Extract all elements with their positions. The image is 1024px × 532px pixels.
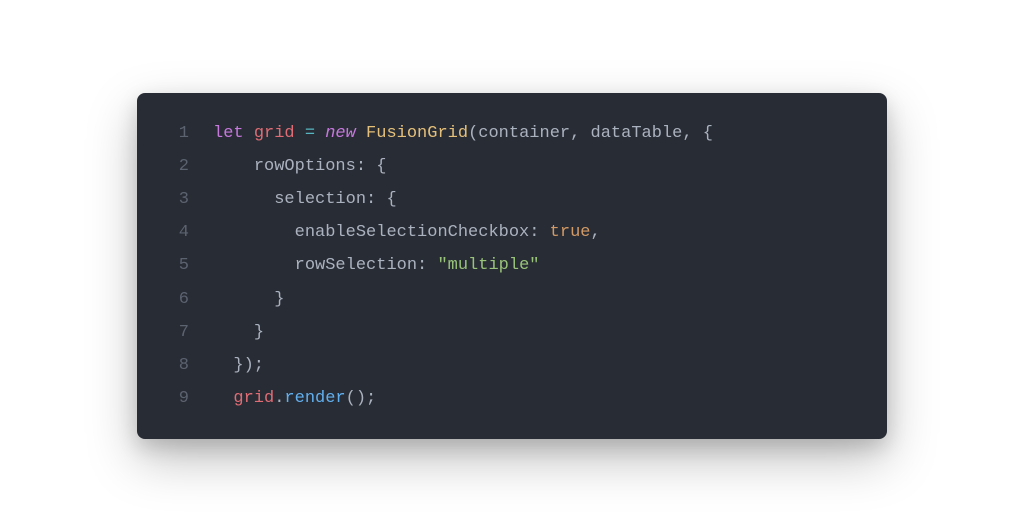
code-line: 1 let grid = new FusionGrid(container, da…: [157, 117, 867, 150]
line-number: 2: [157, 150, 189, 183]
code-line: 3 selection: {: [157, 183, 867, 216]
line-number: 5: [157, 249, 189, 282]
token: new: [325, 124, 356, 143]
token: ,: [590, 223, 600, 242]
code-content: grid.render();: [213, 382, 867, 415]
code-content: let grid = new FusionGrid(container, dat…: [213, 117, 867, 150]
line-number: 8: [157, 349, 189, 382]
code-content: selection: {: [213, 183, 867, 216]
token: container: [478, 124, 570, 143]
token: : {: [366, 190, 397, 209]
token: =: [305, 124, 315, 143]
token: :: [417, 256, 437, 275]
code-line: 7 }: [157, 316, 867, 349]
token: :: [529, 223, 549, 242]
indent: [213, 256, 295, 275]
code-line: 4 enableSelectionCheckbox: true,: [157, 216, 867, 249]
token: rowOptions: [254, 157, 356, 176]
code-content: enableSelectionCheckbox: true,: [213, 216, 867, 249]
code-content: }: [213, 283, 867, 316]
code-line: 8 });: [157, 349, 867, 382]
code-content: rowOptions: {: [213, 150, 867, 183]
token: }: [254, 323, 264, 342]
code-content: }: [213, 316, 867, 349]
token: [295, 124, 305, 143]
token: grid: [233, 389, 274, 408]
code-line: 2 rowOptions: {: [157, 150, 867, 183]
token: ,: [570, 124, 590, 143]
token: });: [233, 356, 264, 375]
token: let: [213, 124, 244, 143]
indent: [213, 190, 274, 209]
code-content: });: [213, 349, 867, 382]
code-line: 6 }: [157, 283, 867, 316]
token: selection: [274, 190, 366, 209]
indent: [213, 157, 254, 176]
code-line: 9 grid.render();: [157, 382, 867, 415]
line-number: 9: [157, 382, 189, 415]
token: (: [468, 124, 478, 143]
token: rowSelection: [295, 256, 417, 275]
code-line: 5 rowSelection: "multiple": [157, 249, 867, 282]
line-number: 1: [157, 117, 189, 150]
code-content: rowSelection: "multiple": [213, 249, 867, 282]
token: grid: [254, 124, 295, 143]
code-lines-container: 1 let grid = new FusionGrid(container, da…: [157, 117, 867, 415]
token: dataTable: [591, 124, 683, 143]
token: [356, 124, 366, 143]
token: [244, 124, 254, 143]
indent: [213, 389, 233, 408]
token: render: [284, 389, 345, 408]
token: true: [550, 223, 591, 242]
token: }: [274, 290, 284, 309]
line-number: 7: [157, 316, 189, 349]
line-number: 6: [157, 283, 189, 316]
token: : {: [356, 157, 387, 176]
indent: [213, 323, 254, 342]
line-number: 3: [157, 183, 189, 216]
token: .: [274, 389, 284, 408]
line-number: 4: [157, 216, 189, 249]
indent: [213, 356, 233, 375]
token: ();: [346, 389, 377, 408]
token: FusionGrid: [366, 124, 468, 143]
indent: [213, 290, 274, 309]
indent: [213, 223, 295, 242]
token: [315, 124, 325, 143]
token: "multiple": [437, 256, 539, 275]
token: , {: [682, 124, 713, 143]
code-block: 1 let grid = new FusionGrid(container, da…: [137, 93, 887, 439]
token: enableSelectionCheckbox: [295, 223, 530, 242]
